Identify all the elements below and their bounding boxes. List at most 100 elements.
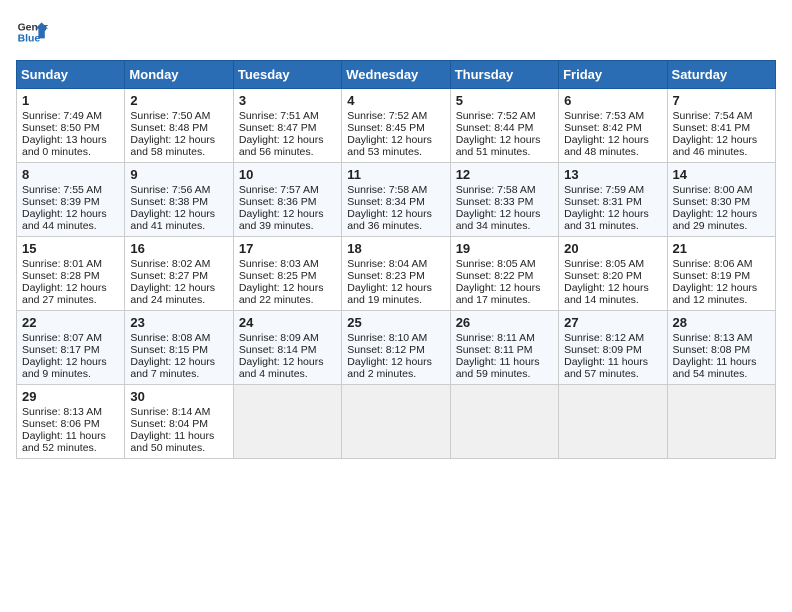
sunset-text: Sunset: 8:30 PM [673, 196, 751, 208]
calendar-day-cell: 18Sunrise: 8:04 AMSunset: 8:23 PMDayligh… [342, 237, 450, 311]
sunrise-text: Sunrise: 8:13 AM [673, 332, 753, 344]
calendar-day-cell: 20Sunrise: 8:05 AMSunset: 8:20 PMDayligh… [559, 237, 667, 311]
calendar-day-cell: 28 Sunrise: 8:13 AMSunset: 8:08 PMDayligh… [667, 311, 775, 385]
daylight-text: Daylight: 12 hours and 48 minutes. [564, 134, 649, 158]
sunrise-text: Sunrise: 8:06 AM [673, 258, 753, 270]
calendar-day-cell: 24Sunrise: 8:09 AMSunset: 8:14 PMDayligh… [233, 311, 341, 385]
sunset-text: Sunset: 8:28 PM [22, 270, 100, 282]
calendar-day-cell: 16Sunrise: 8:02 AMSunset: 8:27 PMDayligh… [125, 237, 233, 311]
daylight-text: Daylight: 12 hours and 2 minutes. [347, 356, 432, 380]
sunrise-text: Sunrise: 7:58 AM [456, 184, 536, 196]
sunset-text: Sunset: 8:36 PM [239, 196, 317, 208]
sunset-text: Sunset: 8:27 PM [130, 270, 208, 282]
daylight-text: Daylight: 11 hours and 50 minutes. [130, 430, 214, 454]
daylight-text: Daylight: 12 hours and 46 minutes. [673, 134, 758, 158]
sunrise-text: Sunrise: 8:07 AM [22, 332, 102, 344]
sunset-text: Sunset: 8:19 PM [673, 270, 751, 282]
sunrise-text: Sunrise: 7:53 AM [564, 110, 644, 122]
calendar-day-cell: 21Sunrise: 8:06 AMSunset: 8:19 PMDayligh… [667, 237, 775, 311]
day-number: 30 [130, 389, 227, 404]
day-number: 4 [347, 93, 444, 108]
day-number: 24 [239, 315, 336, 330]
daylight-text: Daylight: 12 hours and 19 minutes. [347, 282, 432, 306]
sunset-text: Sunset: 8:48 PM [130, 122, 208, 134]
day-number: 23 [130, 315, 227, 330]
day-number: 12 [456, 167, 553, 182]
sunrise-text: Sunrise: 7:52 AM [456, 110, 536, 122]
daylight-text: Daylight: 12 hours and 56 minutes. [239, 134, 324, 158]
sunrise-text: Sunrise: 8:01 AM [22, 258, 102, 270]
calendar-day-cell: 9Sunrise: 7:56 AMSunset: 8:38 PMDaylight… [125, 163, 233, 237]
calendar-day-cell: 12 Sunrise: 7:58 AMSunset: 8:33 PMDayligh… [450, 163, 558, 237]
daylight-text: Daylight: 12 hours and 36 minutes. [347, 208, 432, 232]
sunrise-text: Sunrise: 7:56 AM [130, 184, 210, 196]
sunrise-text: Sunrise: 8:05 AM [564, 258, 644, 270]
weekday-header-cell: Monday [125, 61, 233, 89]
calendar-week-row: 29Sunrise: 8:13 AMSunset: 8:06 PMDayligh… [17, 385, 776, 459]
sunrise-text: Sunrise: 8:08 AM [130, 332, 210, 344]
calendar-day-cell: 1Sunrise: 7:49 AMSunset: 8:50 PMDaylight… [17, 89, 125, 163]
day-number: 14 [673, 167, 770, 182]
daylight-text: Daylight: 12 hours and 51 minutes. [456, 134, 541, 158]
daylight-text: Daylight: 12 hours and 4 minutes. [239, 356, 324, 380]
sunrise-text: Sunrise: 8:04 AM [347, 258, 427, 270]
sunset-text: Sunset: 8:06 PM [22, 418, 100, 430]
calendar-body: 1Sunrise: 7:49 AMSunset: 8:50 PMDaylight… [17, 89, 776, 459]
day-number: 13 [564, 167, 661, 182]
daylight-text: Daylight: 12 hours and 53 minutes. [347, 134, 432, 158]
calendar-day-cell [559, 385, 667, 459]
sunrise-text: Sunrise: 8:00 AM [673, 184, 753, 196]
daylight-text: Daylight: 12 hours and 22 minutes. [239, 282, 324, 306]
weekday-header-cell: Saturday [667, 61, 775, 89]
calendar-week-row: 22Sunrise: 8:07 AMSunset: 8:17 PMDayligh… [17, 311, 776, 385]
sunset-text: Sunset: 8:11 PM [456, 344, 533, 356]
sunrise-text: Sunrise: 7:50 AM [130, 110, 210, 122]
calendar-day-cell: 6 Sunrise: 7:53 AMSunset: 8:42 PMDaylight… [559, 89, 667, 163]
sunset-text: Sunset: 8:08 PM [673, 344, 751, 356]
sunrise-text: Sunrise: 7:58 AM [347, 184, 427, 196]
day-number: 25 [347, 315, 444, 330]
calendar-day-cell: 30Sunrise: 8:14 AMSunset: 8:04 PMDayligh… [125, 385, 233, 459]
daylight-text: Daylight: 13 hours and 0 minutes. [22, 134, 107, 158]
sunset-text: Sunset: 8:39 PM [22, 196, 100, 208]
svg-text:Blue: Blue [18, 34, 41, 45]
sunrise-text: Sunrise: 8:14 AM [130, 406, 210, 418]
calendar-day-cell: 10Sunrise: 7:57 AMSunset: 8:36 PMDayligh… [233, 163, 341, 237]
daylight-text: Daylight: 12 hours and 24 minutes. [130, 282, 215, 306]
logo: General Blue [16, 16, 48, 48]
daylight-text: Daylight: 11 hours and 52 minutes. [22, 430, 106, 454]
sunrise-text: Sunrise: 7:59 AM [564, 184, 644, 196]
calendar-week-row: 1Sunrise: 7:49 AMSunset: 8:50 PMDaylight… [17, 89, 776, 163]
sunrise-text: Sunrise: 7:55 AM [22, 184, 102, 196]
day-number: 22 [22, 315, 119, 330]
sunrise-text: Sunrise: 7:57 AM [239, 184, 319, 196]
daylight-text: Daylight: 11 hours and 54 minutes. [673, 356, 757, 380]
day-number: 6 [564, 93, 661, 108]
sunrise-text: Sunrise: 8:13 AM [22, 406, 102, 418]
sunset-text: Sunset: 8:15 PM [130, 344, 208, 356]
calendar-day-cell: 26Sunrise: 8:11 AMSunset: 8:11 PMDayligh… [450, 311, 558, 385]
calendar-day-cell [233, 385, 341, 459]
sunset-text: Sunset: 8:45 PM [347, 122, 425, 134]
daylight-text: Daylight: 11 hours and 57 minutes. [564, 356, 648, 380]
calendar-day-cell: 29Sunrise: 8:13 AMSunset: 8:06 PMDayligh… [17, 385, 125, 459]
day-number: 15 [22, 241, 119, 256]
day-number: 9 [130, 167, 227, 182]
daylight-text: Daylight: 12 hours and 27 minutes. [22, 282, 107, 306]
calendar-day-cell [450, 385, 558, 459]
daylight-text: Daylight: 12 hours and 34 minutes. [456, 208, 541, 232]
sunset-text: Sunset: 8:42 PM [564, 122, 642, 134]
day-number: 28 [673, 315, 770, 330]
day-number: 5 [456, 93, 553, 108]
sunset-text: Sunset: 8:20 PM [564, 270, 642, 282]
day-number: 8 [22, 167, 119, 182]
sunset-text: Sunset: 8:33 PM [456, 196, 534, 208]
daylight-text: Daylight: 12 hours and 17 minutes. [456, 282, 541, 306]
weekday-header-cell: Sunday [17, 61, 125, 89]
sunset-text: Sunset: 8:44 PM [456, 122, 534, 134]
calendar-day-cell: 27Sunrise: 8:12 AMSunset: 8:09 PMDayligh… [559, 311, 667, 385]
logo-icon: General Blue [16, 16, 48, 48]
sunset-text: Sunset: 8:23 PM [347, 270, 425, 282]
day-number: 27 [564, 315, 661, 330]
calendar-day-cell: 13Sunrise: 7:59 AMSunset: 8:31 PMDayligh… [559, 163, 667, 237]
